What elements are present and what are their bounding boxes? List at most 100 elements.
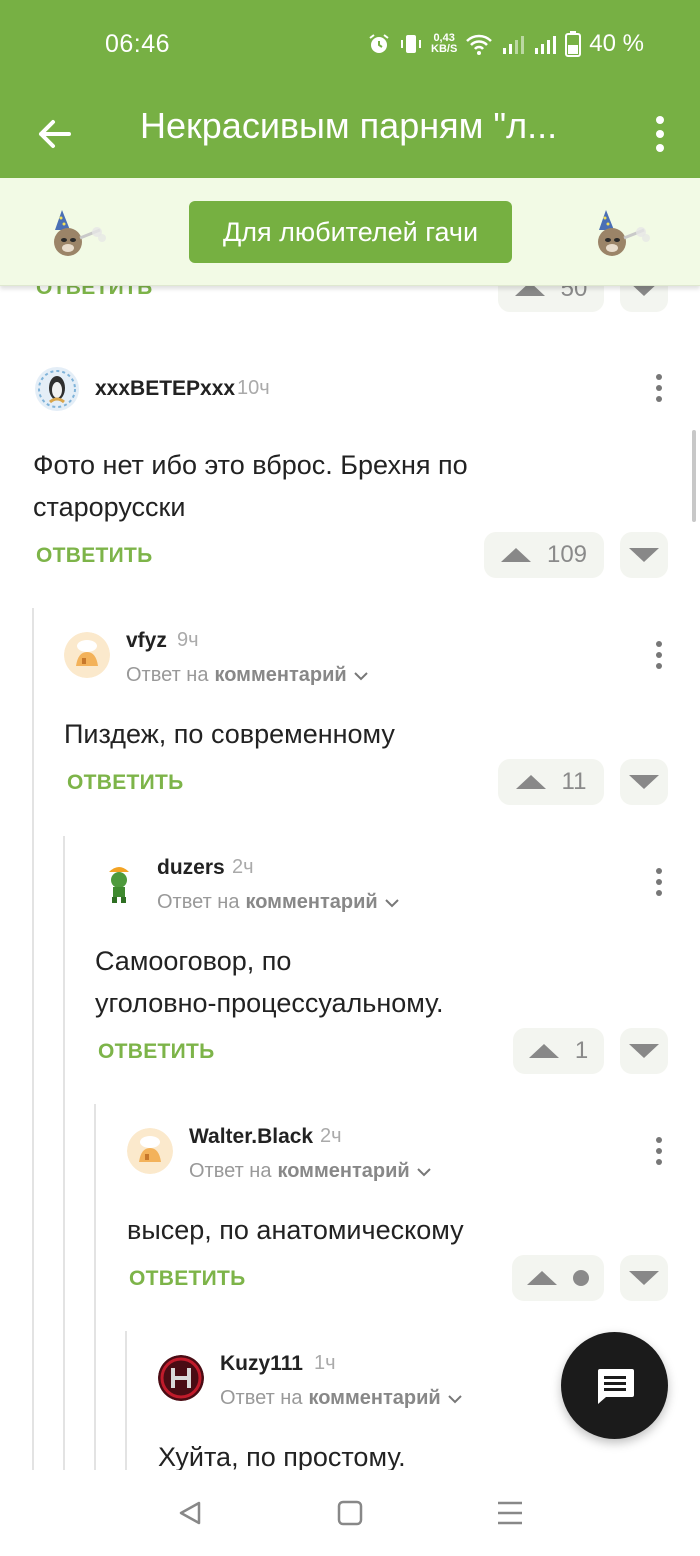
comment-icon [597, 1368, 634, 1404]
reply-button[interactable]: ОТВЕТИТЬ [67, 771, 184, 795]
nav-home-button[interactable] [320, 1483, 380, 1543]
battery-icon [565, 31, 582, 57]
comment-text-line: Хуйта, по простому. [158, 1442, 406, 1470]
arrow-up-icon [514, 286, 545, 296]
status-icons: 0,43 KB/S 40 % [367, 30, 644, 58]
menu-lines-icon [498, 1501, 522, 1525]
chevron-down-icon [384, 898, 399, 907]
reply-button[interactable]: ОТВЕТИТЬ [36, 544, 153, 568]
avatar [158, 1355, 204, 1401]
comment-text-line: Фото нет ибо это вброс. Брехня по [33, 450, 468, 480]
wifi-icon [466, 34, 493, 55]
vote-up-button[interactable]: 50 [498, 286, 604, 312]
vibrate-icon [401, 35, 422, 53]
chevron-down-icon [447, 1394, 462, 1403]
comment-menu-button[interactable] [649, 370, 669, 406]
app-bar: Некрасивым парням "л... [0, 90, 700, 178]
chevron-down-icon [353, 671, 368, 680]
dot-icon [656, 144, 664, 152]
wizard-cat-icon [54, 210, 106, 256]
system-nav-bar [0, 1470, 700, 1556]
signal-icon-2 [535, 36, 557, 54]
community-button[interactable]: Для любителей гачи [189, 201, 512, 263]
status-bar: 06:46 0,43 KB/S 40 % [0, 0, 700, 90]
vote-down-button[interactable] [620, 759, 668, 805]
rating: 11 [561, 768, 587, 795]
arrow-up-icon [500, 548, 531, 562]
rating: 109 [546, 541, 588, 568]
author-name[interactable]: duzers [157, 856, 225, 880]
avatar [127, 1128, 173, 1174]
reply-button[interactable]: ОТВЕТИТЬ [129, 1267, 246, 1291]
thread-line [94, 1104, 96, 1470]
comment-time: 2ч [320, 1125, 342, 1147]
vote-down-button[interactable] [620, 286, 668, 312]
vote-up-button[interactable] [512, 1255, 604, 1301]
arrow-down-icon [629, 775, 659, 789]
comment-text-line: высер, по анатомическому [127, 1215, 464, 1245]
vote-down-button[interactable] [620, 1028, 668, 1074]
reply-to-link[interactable]: Ответ на комментарий [157, 891, 400, 914]
avatar [35, 367, 79, 411]
reply-button[interactable]: ОТВЕТИТЬ [36, 286, 153, 300]
comments-feed[interactable]: ОТВЕТИТЬ 50 xxxВЕТЕРxxx 10ч Фото нет ибо… [0, 286, 700, 1470]
community-banner: Для любителей гачи [0, 178, 700, 286]
comment-text-line: уголовно-процессуальному. [95, 988, 444, 1018]
comment-menu-button[interactable] [649, 1133, 669, 1169]
arrow-left-icon [39, 120, 71, 148]
scrollbar[interactable] [692, 430, 696, 522]
vote-up-button[interactable]: 1 [513, 1028, 604, 1074]
net-speed: 0,43 KB/S [431, 32, 458, 55]
arrow-down-icon [629, 548, 659, 562]
vote-up-button[interactable]: 109 [484, 532, 604, 578]
comment-time: 1ч [314, 1352, 336, 1374]
wizard-cat-icon [598, 210, 650, 256]
triangle-left-icon [179, 1501, 201, 1525]
arrow-down-icon [629, 1271, 659, 1285]
thread-line [63, 836, 65, 1470]
avatar [64, 632, 110, 678]
author-name[interactable]: Kuzy111 [220, 1352, 303, 1376]
vote-down-button[interactable] [620, 532, 668, 578]
rating: 1 [574, 1037, 589, 1064]
page-title: Некрасивым парням "л... [140, 105, 558, 146]
dot-icon [656, 116, 664, 124]
arrow-up-icon [527, 1271, 557, 1285]
dot-icon [656, 130, 664, 138]
nav-back-button[interactable] [160, 1483, 220, 1543]
arrow-up-icon [528, 1044, 559, 1058]
comment-time: 2ч [232, 856, 254, 878]
battery-level: 40 % [589, 30, 644, 57]
reply-to-link[interactable]: Ответ на комментарий [126, 664, 369, 687]
status-time: 06:46 [105, 30, 171, 58]
square-icon [337, 1500, 363, 1526]
author-name[interactable]: Walter.Black [189, 1125, 313, 1149]
comment-text-line: старорусски [33, 492, 186, 522]
comment-time: 10ч [237, 377, 270, 399]
chevron-down-icon [416, 1167, 431, 1176]
arrow-down-icon [629, 286, 659, 296]
rating: 50 [560, 286, 588, 302]
overflow-menu-button[interactable] [642, 108, 678, 160]
alarm-icon [369, 34, 389, 53]
arrow-down-icon [629, 1044, 659, 1058]
comment-text-line: Самооговор, по [95, 946, 292, 976]
comment-menu-button[interactable] [649, 637, 669, 673]
author-name[interactable]: vfyz [126, 629, 167, 653]
author-name[interactable]: xxxВЕТЕРxxx [95, 377, 235, 401]
add-comment-button[interactable] [561, 1332, 668, 1439]
back-button[interactable] [30, 110, 78, 158]
dot-icon [573, 1270, 589, 1286]
comment-menu-button[interactable] [649, 864, 669, 900]
reply-to-link[interactable]: Ответ на комментарий [220, 1387, 463, 1410]
vote-down-button[interactable] [620, 1255, 668, 1301]
vote-up-button[interactable]: 11 [498, 759, 604, 805]
thread-line [32, 608, 34, 1470]
nav-recents-button[interactable] [480, 1483, 540, 1543]
reply-to-link[interactable]: Ответ на комментарий [189, 1160, 432, 1183]
reply-button[interactable]: ОТВЕТИТЬ [98, 1040, 215, 1064]
signal-icon-1 [503, 36, 525, 54]
comment-time: 9ч [177, 629, 199, 651]
avatar [96, 860, 142, 906]
comment-text-line: Пиздеж, по современному [64, 719, 395, 749]
